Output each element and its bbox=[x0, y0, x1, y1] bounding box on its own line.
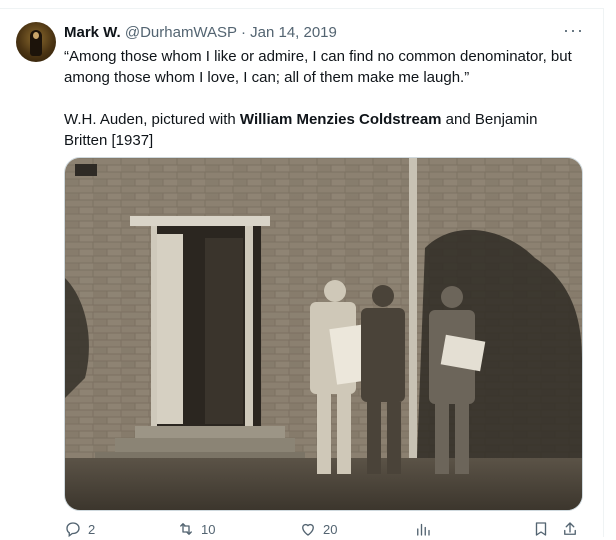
photo-image bbox=[65, 158, 582, 510]
reply-button[interactable]: 2 bbox=[64, 520, 95, 538]
share-icon bbox=[564, 522, 576, 535]
tweet-quote: “Among those whom I like or admire, I ca… bbox=[64, 48, 572, 86]
views-icon bbox=[417, 523, 430, 536]
tweet[interactable]: Mark W. @DurhamWASP · Jan 14, 2019 ··· “… bbox=[0, 9, 603, 540]
retweet-button[interactable]: 10 bbox=[177, 520, 215, 538]
author-name[interactable]: Mark W. bbox=[64, 24, 121, 41]
caption-prefix: W.H. Auden, pictured with bbox=[64, 111, 240, 128]
reply-icon bbox=[66, 522, 80, 538]
tweet-header: Mark W. @DurhamWASP · Jan 14, 2019 bbox=[64, 23, 337, 43]
separator-dot: · bbox=[240, 24, 246, 41]
tweet-text: “Among those whom I like or admire, I ca… bbox=[64, 46, 584, 151]
tweet-caption: W.H. Auden, pictured with William Menzie… bbox=[64, 109, 584, 151]
reply-count: 2 bbox=[88, 521, 96, 537]
action-bar: 2 10 20 bbox=[64, 520, 584, 540]
mention-coldstream[interactable]: William Menzies Coldstream bbox=[240, 111, 442, 128]
right-divider bbox=[603, 8, 604, 537]
bookmark-icon bbox=[535, 522, 547, 536]
more-options-icon[interactable]: ··· bbox=[563, 21, 583, 43]
like-icon bbox=[302, 523, 314, 536]
like-button[interactable]: 20 bbox=[299, 520, 337, 538]
retweet-icon bbox=[180, 523, 192, 535]
tweet-date[interactable]: Jan 14, 2019 bbox=[250, 24, 337, 41]
avatar-face bbox=[33, 32, 39, 39]
avatar[interactable] bbox=[16, 22, 56, 62]
views-button[interactable] bbox=[414, 520, 432, 538]
retweet-count: 10 bbox=[201, 521, 216, 537]
share-button[interactable] bbox=[561, 520, 579, 538]
tweet-photo[interactable] bbox=[64, 157, 583, 511]
like-count: 20 bbox=[323, 521, 338, 537]
bookmark-button[interactable] bbox=[532, 520, 550, 538]
author-handle[interactable]: @DurhamWASP bbox=[125, 24, 237, 41]
